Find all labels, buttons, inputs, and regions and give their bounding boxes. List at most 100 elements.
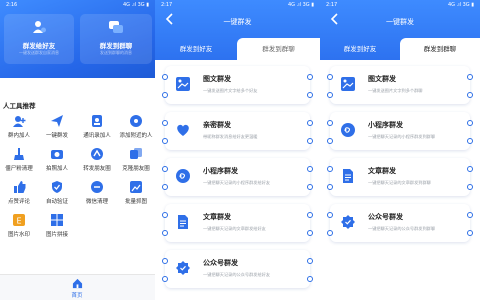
status-time: 2:16 [6, 2, 18, 8]
binder-ring [467, 120, 473, 126]
binder-ring [467, 166, 473, 172]
page-title: 一键群发 [386, 18, 414, 26]
mass-send-groups-subtitle: 发送到群聊的消息 [100, 50, 132, 55]
status-bar: 2:16 4G .ıl 3G ▮ [0, 0, 155, 10]
feature-title: 图文群发 [203, 75, 231, 83]
nav-home-label: 首页 [71, 293, 83, 299]
feature-description: 一键把聊天记录的公众号群发到群聊 [368, 226, 436, 231]
grab-icon [130, 181, 142, 193]
official-account-icon [176, 261, 190, 275]
feature-card-article[interactable]: 文章群发 一键把聊天记录的文章群发给好友 [165, 204, 310, 242]
binder-ring [307, 92, 313, 98]
tool-label: 图片拼接 [45, 232, 68, 238]
tool-label: 添加附近的人 [119, 133, 153, 139]
tool-label: 点赞评论 [7, 199, 30, 205]
tool-clone[interactable]: 克隆朋友圈 [117, 147, 155, 179]
tool-thumb[interactable]: 点赞评论 [0, 180, 38, 212]
nearby-icon [130, 115, 142, 127]
mass-send-friends-card[interactable]: 群发给好友 一键发送群发自家消息 [4, 14, 74, 64]
page-title: 一键群发 [223, 18, 252, 26]
binder-ring [327, 212, 333, 218]
feature-title: 图文群发 [368, 75, 396, 83]
tool-grab[interactable]: 批量抓图 [117, 180, 155, 212]
tool-label: 通讯录加人 [83, 133, 111, 139]
tab-send-to-groups[interactable]: 群发到群聊 [237, 38, 320, 60]
mass-send-groups-title: 群发到群聊 [99, 42, 133, 50]
tab-send-to-friends[interactable]: 群发到好友 [155, 38, 237, 60]
tool-broom[interactable]: 僵尸粉清理 [0, 147, 38, 179]
status-signal: 4G .ıl 3G ▮ [288, 2, 314, 8]
feature-title: 亲密群发 [203, 121, 231, 129]
article-icon [178, 215, 188, 229]
binder-ring [467, 230, 473, 236]
mass-send-groups-card[interactable]: 群发到群聊 发送到群聊的消息 [80, 14, 152, 64]
tab-send-to-friends[interactable]: 群发到好友 [320, 38, 400, 60]
mini-program-icon [341, 123, 355, 137]
tool-share[interactable]: 转发朋友圈 [78, 147, 116, 179]
paper-plane-icon [51, 115, 63, 127]
binder-ring [327, 166, 333, 172]
feature-card-official-account[interactable]: 公众号群发 一键把聊天记录的公众号群发给好友 [165, 250, 310, 288]
binder-ring [162, 230, 168, 236]
feature-title: 公众号群发 [368, 213, 403, 221]
binder-ring [467, 184, 473, 190]
status-bar: 2:17 4G .ıl 3G ▮ [155, 0, 320, 10]
binder-ring [307, 258, 313, 264]
feature-card-image-text[interactable]: 图文群发 一键发送图片文字给多个好友 [165, 66, 310, 104]
tool-clean[interactable]: 微信清理 [78, 180, 116, 212]
feature-card-mini-program[interactable]: 小程序群发 一键把聊天记录的小程序群发到群聊 [330, 112, 470, 150]
mass-send-friends-screen: 2:17 4G .ıl 3G ▮ 一键群发 群发到好友 群发到群聊 图文群发 一键… [155, 0, 320, 300]
feature-card-article[interactable]: 文章群发 一键把聊天记录的文章群发到群聊 [330, 158, 470, 196]
feature-card-mini-program[interactable]: 小程序群发一键把聊天记录的小程序群发给好友 [165, 158, 310, 196]
tool-verify[interactable]: 自动验证 [38, 180, 76, 212]
nav-home-tab[interactable]: 首页 [62, 278, 92, 300]
feature-title: 小程序群发 [203, 167, 238, 175]
binder-ring [467, 74, 473, 80]
heart-chat-icon [177, 124, 189, 136]
binder-ring [162, 184, 168, 190]
tool-puzzle[interactable]: 图片拼接 [38, 213, 76, 245]
binder-ring [467, 212, 473, 218]
user-send-icon [33, 21, 46, 33]
feature-description: 一键把聊天记录的公众号群发给好友 [203, 272, 271, 277]
broom-icon [14, 148, 24, 160]
binder-ring [467, 92, 473, 98]
tool-contacts[interactable]: 通讯录加人 [78, 114, 116, 146]
feature-card-heart-chat[interactable]: 亲密群发带昵称群发消息给好友更温暖 [165, 112, 310, 150]
status-bar: 2:17 4G .ıl 3G ▮ [320, 0, 480, 10]
article-icon [343, 169, 353, 183]
status-time: 2:17 [161, 2, 173, 8]
tool-label: 僵尸粉清理 [5, 166, 33, 172]
mini-program-icon [176, 169, 190, 183]
tool-label: 群内加人 [7, 133, 30, 139]
hero-banner: 2:16 4G .ıl 3G ▮ 群发给好友 一键发送群发自家消息 群发到群聊 … [0, 0, 155, 78]
official-account-icon [341, 215, 355, 229]
feature-list: 图文群发 一键发送图片文字到多个群聊 小程序群发 一键把聊天记录的小程序群发到群聊 文章… [320, 60, 480, 300]
binder-ring [327, 92, 333, 98]
binder-ring [162, 120, 168, 126]
feature-description: 一键把聊天记录的小程序群发给好友 [203, 180, 271, 185]
clone-icon [130, 148, 142, 159]
tool-label: 微信清理 [85, 199, 108, 205]
tool-watermark[interactable]: E 图片水印 [0, 213, 38, 245]
tool-camera[interactable]: 拍照加人 [38, 147, 76, 179]
binder-ring [307, 230, 313, 236]
binder-ring [162, 74, 168, 80]
tool-group-add[interactable]: 群内加人 [0, 114, 38, 146]
binder-ring [467, 138, 473, 144]
binder-ring [162, 276, 168, 282]
binder-ring [307, 74, 313, 80]
binder-ring [327, 230, 333, 236]
binder-ring [327, 138, 333, 144]
mass-send-friends-title: 群发给好友 [22, 42, 56, 50]
feature-card-image-text[interactable]: 图文群发 一键发送图片文字到多个群聊 [330, 66, 470, 104]
mass-send-groups-screen: 2:17 4G .ıl 3G ▮ 一键群发 群发到好友 群发到群聊 图文群发 一键… [320, 0, 480, 300]
thumb-icon [14, 181, 26, 193]
feature-card-official-account[interactable]: 公众号群发一键把聊天记录的公众号群发到群聊 [330, 204, 470, 242]
feature-description: 带昵称群发消息给好友更温暖 [203, 134, 258, 139]
tool-nearby[interactable]: 添加附近的人 [117, 114, 155, 146]
image-text-icon [341, 77, 355, 91]
verify-icon [52, 181, 62, 193]
tab-send-to-groups[interactable]: 群发到群聊 [400, 38, 480, 60]
tool-paper-plane[interactable]: 一键群发 [38, 114, 76, 146]
